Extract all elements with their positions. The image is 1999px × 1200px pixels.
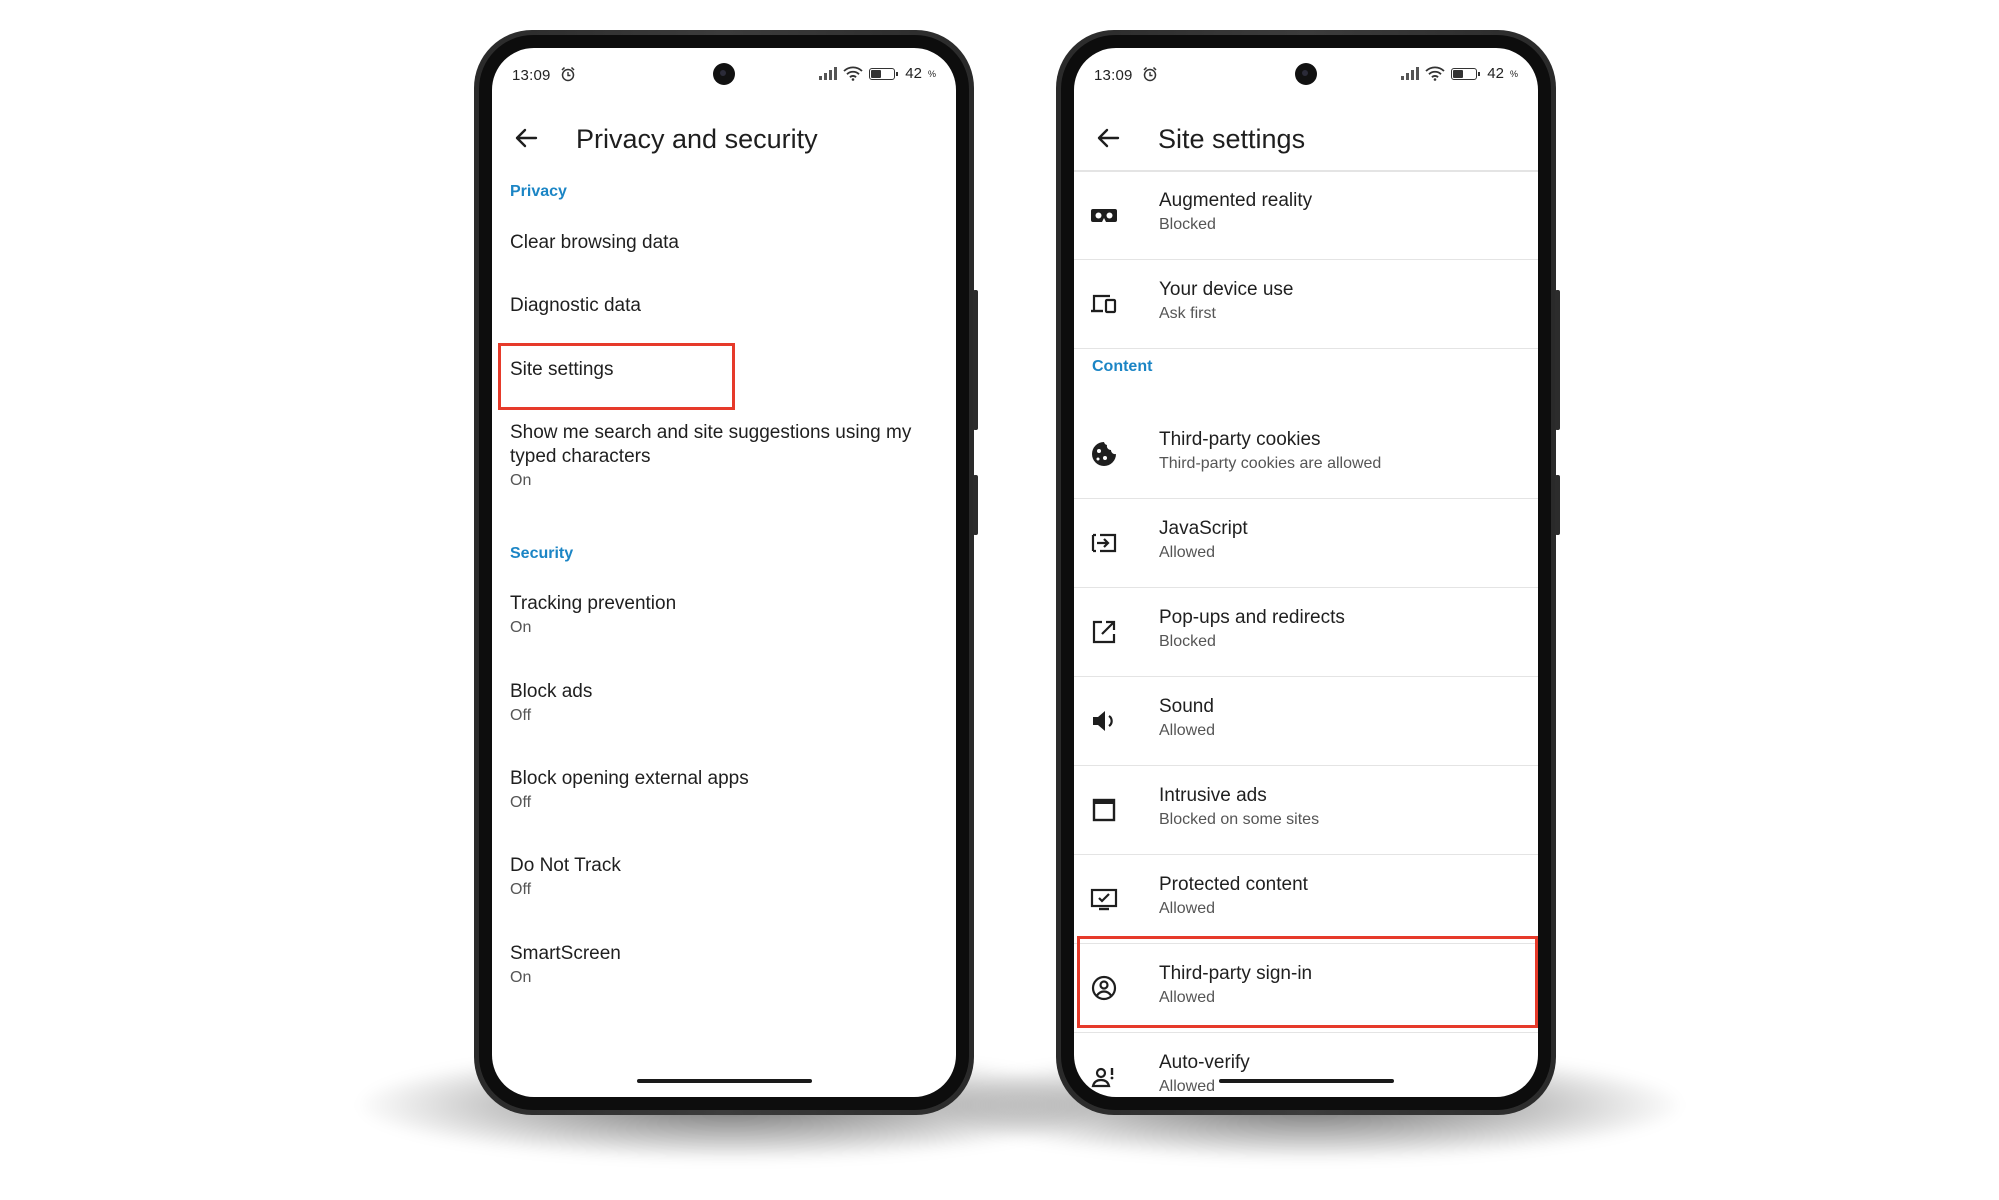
- side-button: [973, 290, 978, 430]
- row-value: Allowed: [1159, 544, 1216, 561]
- row-title: Third-party cookies: [1159, 429, 1321, 450]
- item-value: Off: [510, 707, 532, 724]
- privacy-security-screen: 13:09 42% Privacy and security Privacy C…: [492, 48, 956, 1097]
- row-title: Sound: [1159, 696, 1214, 717]
- third-party-signin-highlight: [1077, 936, 1538, 1028]
- row-value: Allowed: [1159, 722, 1216, 739]
- privacy-section-header: Privacy: [510, 183, 567, 200]
- back-arrow-icon[interactable]: [1092, 122, 1124, 154]
- row-value: Allowed: [1159, 900, 1216, 917]
- row-title: JavaScript: [1159, 518, 1248, 539]
- app-bar: Site settings: [1074, 106, 1538, 170]
- percent-sign: %: [1509, 68, 1518, 79]
- item-value: On: [510, 619, 532, 636]
- search-suggestions-item[interactable]: Show me search and site suggestions usin…: [510, 421, 922, 492]
- row-value: Blocked: [1159, 633, 1216, 650]
- row-title: Augmented reality: [1159, 190, 1313, 211]
- security-section-header: Security: [510, 545, 574, 562]
- wifi-icon: [1425, 66, 1445, 81]
- cookie-icon: [1092, 442, 1116, 466]
- side-button: [973, 475, 978, 535]
- side-button: [1555, 290, 1560, 430]
- signal-icon: [1401, 67, 1420, 80]
- vr-headset-icon: [1091, 209, 1117, 222]
- battery-icon: [1451, 67, 1481, 80]
- status-bar: 13:09 42%: [492, 48, 956, 100]
- battery-level: 42: [1487, 65, 1504, 82]
- site-settings-highlight: [498, 343, 735, 410]
- item-title: Tracking prevention: [510, 593, 677, 614]
- item-title: Do Not Track: [510, 855, 621, 876]
- item-value: Off: [510, 794, 532, 811]
- intrusive-ads-row[interactable]: Intrusive ads Blocked on some sites: [1074, 766, 1538, 855]
- front-camera: [1295, 63, 1317, 85]
- site-settings-screen: 13:09 42% Site settings Augmented realit…: [1074, 48, 1538, 1097]
- app-bar: Privacy and security: [492, 106, 956, 170]
- status-bar: 13:09 42%: [1074, 48, 1538, 100]
- devices-icon: [1091, 294, 1117, 314]
- left-phone: 13:09 42% Privacy and security Privacy C…: [474, 30, 978, 1115]
- device-use-row[interactable]: Your device use Ask first: [1074, 260, 1538, 349]
- third-party-cookies-row[interactable]: Third-party cookies Third-party cookies …: [1074, 410, 1538, 499]
- block-external-apps-item[interactable]: Block opening external apps Off: [510, 767, 926, 814]
- alarm-icon: [561, 66, 575, 82]
- percent-sign: %: [927, 68, 936, 79]
- diagnostic-data-item[interactable]: Diagnostic data: [510, 294, 926, 318]
- battery-icon: [869, 67, 899, 80]
- sound-row[interactable]: Sound Allowed: [1074, 677, 1538, 766]
- signal-icon: [819, 67, 838, 80]
- item-title: Block ads: [510, 681, 593, 702]
- row-value: Third-party cookies are allowed: [1159, 455, 1382, 472]
- window-icon: [1092, 798, 1116, 822]
- item-value: On: [510, 472, 532, 489]
- monitor-check-icon: [1090, 888, 1118, 911]
- item-title: SmartScreen: [510, 943, 621, 964]
- status-time: 13:09: [1094, 67, 1133, 84]
- page-title: Site settings: [1158, 124, 1306, 154]
- status-time: 13:09: [512, 67, 551, 84]
- item-value: Off: [510, 881, 532, 898]
- javascript-icon: [1091, 533, 1117, 553]
- battery-level: 42: [905, 65, 922, 82]
- tracking-prevention-item[interactable]: Tracking prevention On: [510, 592, 926, 639]
- side-button: [1555, 475, 1560, 535]
- row-title: Auto-verify: [1159, 1052, 1250, 1073]
- row-value: Blocked on some sites: [1159, 811, 1320, 828]
- row-value: Blocked: [1159, 216, 1216, 233]
- page-title: Privacy and security: [576, 124, 818, 154]
- content-section-header: Content: [1092, 358, 1153, 375]
- clear-browsing-data-item[interactable]: Clear browsing data: [510, 231, 926, 255]
- alarm-icon: [1143, 66, 1157, 82]
- item-title: Clear browsing data: [510, 232, 679, 253]
- do-not-track-item[interactable]: Do Not Track Off: [510, 854, 926, 901]
- home-indicator[interactable]: [637, 1079, 812, 1083]
- wifi-icon: [843, 66, 863, 81]
- smartscreen-item[interactable]: SmartScreen On: [510, 942, 926, 989]
- auto-verify-row[interactable]: Auto-verify Allowed: [1074, 1033, 1538, 1097]
- row-title: Intrusive ads: [1159, 785, 1267, 806]
- protected-content-row[interactable]: Protected content Allowed: [1074, 855, 1538, 944]
- row-title: Your device use: [1159, 279, 1294, 300]
- person-verify-icon: [1091, 1067, 1114, 1088]
- row-value: Ask first: [1159, 305, 1216, 322]
- open-external-icon: [1092, 620, 1116, 644]
- right-phone: 13:09 42% Site settings Augmented realit…: [1056, 30, 1560, 1115]
- row-title: Pop-ups and redirects: [1159, 607, 1345, 628]
- item-title: Diagnostic data: [510, 295, 641, 316]
- row-title: Protected content: [1159, 874, 1308, 895]
- item-value: On: [510, 969, 532, 986]
- item-title: Block opening external apps: [510, 768, 749, 789]
- block-ads-item[interactable]: Block ads Off: [510, 680, 926, 727]
- back-arrow-icon[interactable]: [510, 122, 542, 154]
- popups-redirects-row[interactable]: Pop-ups and redirects Blocked: [1074, 588, 1538, 677]
- speaker-icon: [1093, 711, 1113, 731]
- front-camera: [713, 63, 735, 85]
- item-title: Show me search and site suggestions usin…: [510, 422, 912, 467]
- augmented-reality-row[interactable]: Augmented reality Blocked: [1074, 171, 1538, 260]
- javascript-row[interactable]: JavaScript Allowed: [1074, 499, 1538, 588]
- home-indicator[interactable]: [1219, 1079, 1394, 1083]
